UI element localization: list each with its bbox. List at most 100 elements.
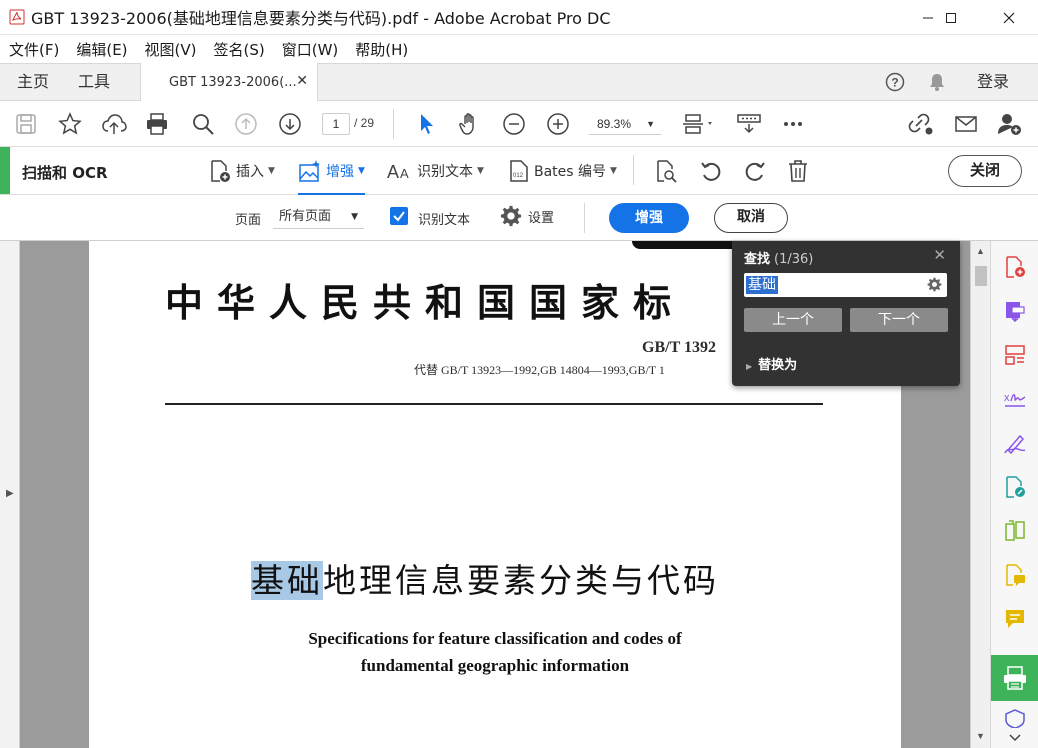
- protect-tool[interactable]: [991, 704, 1038, 732]
- scan-ocr-toolbar: 扫描和 OCR 插入 ▼ 增强 ▼ AA 识别文本 ▼ 012 Bates 编号…: [0, 147, 1038, 195]
- search-button[interactable]: [189, 110, 217, 138]
- rotate-right-button[interactable]: [741, 157, 769, 185]
- menu-file[interactable]: 文件(F): [0, 39, 67, 60]
- notification-bell-icon[interactable]: [927, 72, 947, 92]
- find-next-button[interactable]: 下一个: [850, 308, 948, 332]
- close-tool-button[interactable]: 关闭: [948, 155, 1022, 187]
- find-panel: 查找 (1/36) ✕ 基础 上一个 下一个 ▶ 替换为: [732, 241, 960, 386]
- page-search-button[interactable]: [652, 157, 680, 185]
- send-for-comments-tool[interactable]: [991, 553, 1038, 597]
- rotate-ccw-icon: [701, 162, 721, 181]
- settings-button[interactable]: 设置: [500, 205, 554, 227]
- save-button[interactable]: [12, 110, 40, 138]
- right-tools-pane: x: [990, 241, 1038, 748]
- email-button[interactable]: [952, 110, 980, 138]
- cursor-arrow-icon: [421, 114, 433, 134]
- recognize-text-checkbox[interactable]: [390, 207, 408, 225]
- organize-pages-tool[interactable]: [991, 333, 1038, 377]
- export-pdf-tool[interactable]: [991, 289, 1038, 333]
- pages-label: 页面: [235, 213, 262, 228]
- close-tab-icon[interactable]: ✕: [296, 73, 308, 89]
- enhance-dropdown[interactable]: 增强 ▼: [298, 157, 365, 195]
- find-previous-button[interactable]: 上一个: [744, 308, 842, 332]
- rotate-left-button[interactable]: [697, 157, 725, 185]
- menu-edit[interactable]: 编辑(E): [67, 39, 135, 60]
- enhance-button[interactable]: 增强: [609, 203, 689, 233]
- delete-button[interactable]: [784, 157, 812, 185]
- insert-dropdown[interactable]: 插入 ▼: [208, 157, 275, 185]
- maximize-button[interactable]: [928, 0, 974, 35]
- create-pdf-tool[interactable]: [991, 245, 1038, 289]
- window-close-button[interactable]: [986, 0, 1032, 35]
- arrow-down-circle-icon: [279, 113, 301, 135]
- page-display-button[interactable]: [680, 110, 718, 138]
- comment-document-icon: [1006, 564, 1025, 586]
- pages-select[interactable]: 所有页面 ▼: [273, 205, 364, 229]
- bates-dropdown[interactable]: 012 Bates 编号 ▼: [508, 157, 617, 185]
- toolbar-divider: [393, 109, 394, 139]
- scroll-down-icon[interactable]: ▼: [976, 731, 985, 741]
- gear-icon: [500, 205, 522, 227]
- gear-icon[interactable]: [927, 277, 942, 292]
- replace-toggle[interactable]: ▶ 替换为: [746, 354, 797, 373]
- scrollbar-thumb[interactable]: [975, 266, 987, 286]
- export-pdf-icon: [1006, 302, 1025, 323]
- login-button[interactable]: 登录: [977, 64, 1009, 100]
- share-link-button[interactable]: [907, 110, 935, 138]
- scan-ocr-icon: [1004, 666, 1026, 690]
- print-button[interactable]: [143, 110, 171, 138]
- tab-home[interactable]: 主页: [17, 64, 49, 100]
- menu-view[interactable]: 视图(V): [136, 39, 205, 60]
- english-title-line-2: fundamental geographic information: [360, 656, 630, 675]
- keyboard-down-icon: [737, 114, 761, 134]
- next-page-button[interactable]: [276, 110, 304, 138]
- prev-page-button[interactable]: [232, 110, 260, 138]
- zoom-select[interactable]: 89.3% ▼: [589, 113, 661, 135]
- recognize-text-dropdown[interactable]: AA 识别文本 ▼: [387, 157, 484, 185]
- read-mode-button[interactable]: [735, 110, 763, 138]
- find-title: 查找 (1/36): [744, 248, 813, 267]
- plus-circle-icon: [547, 113, 569, 135]
- compare-files-tool[interactable]: [991, 509, 1038, 553]
- cancel-button[interactable]: 取消: [714, 203, 788, 233]
- select-tool-button[interactable]: [412, 110, 440, 138]
- enhance-image-icon: [299, 160, 320, 182]
- help-icon[interactable]: ?: [885, 72, 905, 92]
- share-user-button[interactable]: [996, 110, 1024, 138]
- find-input[interactable]: 基础: [744, 273, 947, 297]
- right-pane-scroll-down[interactable]: [991, 729, 1038, 747]
- national-standard-heading: 中华人民共和国国家标: [165, 280, 686, 325]
- more-tools-button[interactable]: [779, 110, 807, 138]
- comment-tool[interactable]: [991, 597, 1038, 641]
- zoom-in-button[interactable]: [544, 110, 572, 138]
- more-horizontal-icon: [784, 122, 802, 126]
- hand-tool-button[interactable]: [456, 110, 484, 138]
- zoom-out-button[interactable]: [500, 110, 528, 138]
- document-title: 基础地理信息要素分类与代码: [251, 554, 719, 602]
- menu-help[interactable]: 帮助(H): [346, 39, 416, 60]
- scan-ocr-tool[interactable]: [991, 655, 1038, 701]
- recognize-text-checkbox-label[interactable]: 识别文本: [418, 209, 470, 228]
- page-number-input[interactable]: 1: [322, 113, 350, 135]
- find-close-icon[interactable]: ✕: [933, 246, 946, 264]
- page-search-icon: [657, 160, 677, 183]
- create-pdf-icon: [1006, 256, 1025, 278]
- window-title: GBT 13923-2006(基础地理信息要素分类与代码).pdf - Adob…: [31, 9, 611, 28]
- left-nav-pane-toggle[interactable]: ▶: [0, 241, 20, 748]
- vertical-scrollbar[interactable]: ▲ ▼: [970, 241, 990, 748]
- scroll-up-icon[interactable]: ▲: [976, 246, 985, 256]
- bookmark-star-button[interactable]: [56, 110, 84, 138]
- edit-pdf-tool[interactable]: [991, 465, 1038, 509]
- menu-window[interactable]: 窗口(W): [273, 39, 347, 60]
- chevron-down-icon: ▼: [610, 166, 617, 176]
- menu-sign[interactable]: 签名(S): [205, 39, 273, 60]
- tab-tools[interactable]: 工具: [78, 64, 110, 100]
- add-user-icon: [998, 114, 1021, 135]
- document-tab-label: GBT 13923-2006(...: [169, 74, 297, 90]
- fill-sign-tool[interactable]: x: [991, 377, 1038, 421]
- tab-document[interactable]: GBT 13923-2006(... ✕: [140, 63, 318, 101]
- recognize-text-label: 识别文本: [417, 164, 473, 180]
- upload-cloud-button[interactable]: [100, 110, 128, 138]
- request-signature-tool[interactable]: [991, 421, 1038, 465]
- comment-icon: [1006, 610, 1024, 628]
